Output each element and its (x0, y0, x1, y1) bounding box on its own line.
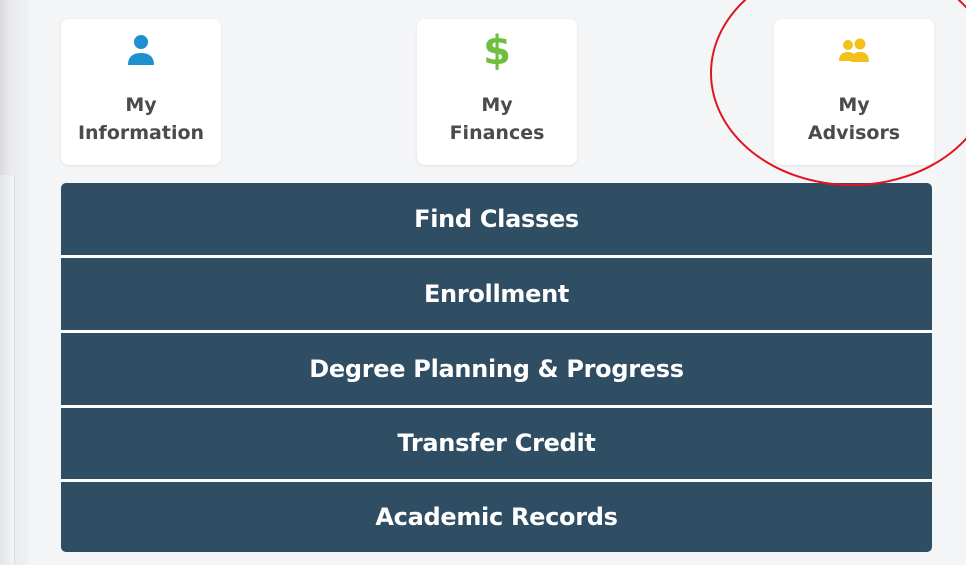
my-advisors-tile[interactable]: My Advisors (774, 19, 934, 165)
my-advisors-label: My Advisors (807, 94, 901, 144)
people-icon (839, 38, 869, 62)
my-information-label: My Information (77, 94, 205, 144)
person-icon (128, 35, 154, 65)
menu-item-enrollment[interactable]: Enrollment (61, 258, 932, 330)
menu-item-find-classes[interactable]: Find Classes (61, 183, 932, 255)
left-scroll-edge (0, 175, 15, 565)
my-information-tile[interactable]: My Information (61, 19, 221, 165)
menu-item-transfer-credit[interactable]: Transfer Credit (61, 408, 932, 479)
menu-item-academic-records[interactable]: Academic Records (61, 482, 932, 552)
menu-item-degree-planning[interactable]: Degree Planning & Progress (61, 333, 932, 405)
dollar-icon: $ (483, 28, 511, 74)
student-menu: Find Classes Enrollment Degree Planning … (61, 183, 932, 552)
my-finances-label: My Finances (449, 94, 545, 144)
my-finances-tile[interactable]: $ My Finances (417, 19, 577, 165)
